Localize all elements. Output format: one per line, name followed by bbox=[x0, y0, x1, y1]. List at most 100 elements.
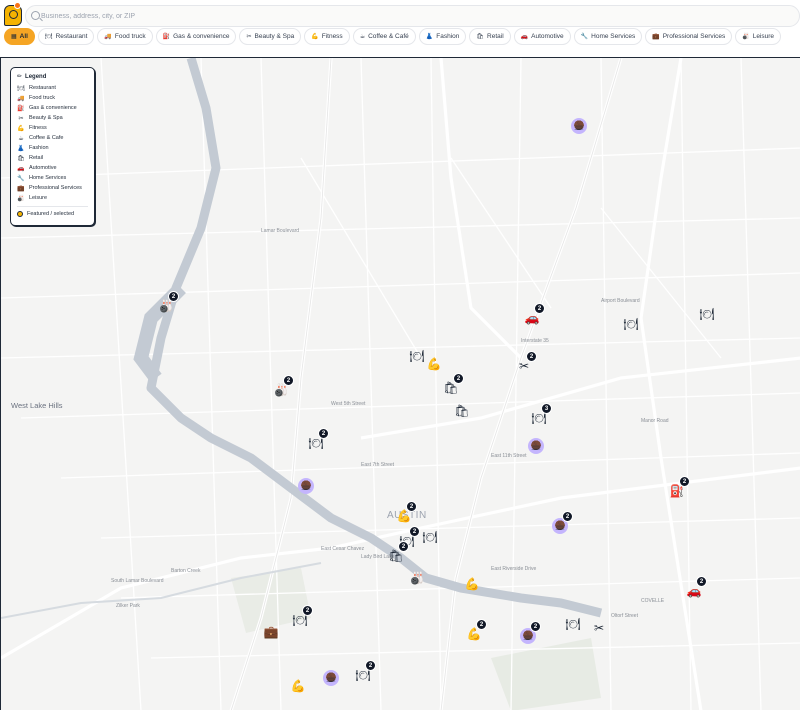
legend-item-label: Leisure bbox=[29, 195, 48, 201]
legend-item-icon: ⛽ bbox=[17, 105, 25, 112]
category-chip-all[interactable]: ▦ All bbox=[4, 28, 35, 45]
map-marker-beauty[interactable]: ✂ 2 bbox=[516, 351, 537, 374]
legend-item-label: Automotive bbox=[29, 165, 57, 171]
category-chip-retail[interactable]: 🛍 Retail bbox=[469, 28, 511, 45]
map-marker-coffee[interactable]: ☕ bbox=[528, 438, 544, 454]
map-marker-beauty[interactable]: ✂ bbox=[591, 620, 607, 636]
category-chip-home-services[interactable]: 🔧 Home Services bbox=[573, 28, 643, 45]
cluster-count-badge: 2 bbox=[530, 621, 541, 632]
pencil-icon: ✏ bbox=[17, 74, 23, 80]
legend-item-label: Retail bbox=[29, 155, 44, 161]
map-marker-restaurant[interactable]: 🍽 3 bbox=[531, 403, 552, 426]
legend-item-icon: 🔧 bbox=[17, 175, 25, 182]
cluster-count-badge: 2 bbox=[562, 511, 573, 522]
map-marker-restaurant[interactable]: 🍽 bbox=[409, 348, 425, 364]
category-chip-label: Fitness bbox=[321, 33, 343, 40]
map-marker-fitness[interactable]: 💪 2 bbox=[396, 501, 417, 524]
legend-item: 🎳 Leisure bbox=[17, 193, 88, 203]
category-chip-gas-convenience[interactable]: ⛽ Gas & convenience bbox=[155, 28, 237, 45]
map-marker-fitness[interactable]: 💪 2 bbox=[466, 619, 487, 642]
legend-item: ☕ Coffee & Cafe bbox=[17, 133, 88, 143]
wrench-icon: 🔧 bbox=[580, 33, 589, 40]
search-icon bbox=[31, 11, 40, 20]
restaurant-icon: 🍽 bbox=[565, 617, 581, 631]
map-marker-restaurant[interactable]: 🍽 bbox=[623, 316, 639, 332]
map-marker-coffee[interactable]: ☕ bbox=[323, 670, 339, 686]
category-chip-label: Coffee & Café bbox=[368, 33, 409, 40]
map-marker-automotive[interactable]: 🚗 2 bbox=[686, 576, 707, 599]
cluster-count-badge: 2 bbox=[302, 605, 313, 616]
legend-item-icon: 💪 bbox=[17, 125, 25, 132]
map-marker-restaurant[interactable]: 🍽 bbox=[699, 306, 715, 322]
category-chip-fashion[interactable]: 👗 Fashion bbox=[418, 28, 467, 45]
category-chip-beauty-spa[interactable]: ✂ Beauty & Spa bbox=[239, 28, 302, 45]
category-chip-restaurant[interactable]: 🍽 Restaurant bbox=[37, 28, 95, 45]
category-chip-fitness[interactable]: 💪 Fitness bbox=[304, 28, 350, 45]
coffee-icon: ☕ bbox=[573, 119, 585, 133]
map-marker-gas[interactable]: ⛽ 2 bbox=[669, 476, 690, 499]
search-box[interactable] bbox=[25, 5, 800, 27]
legend-item-label: Gas & convenience bbox=[29, 105, 77, 111]
map-marker-professional[interactable]: 💼 bbox=[263, 624, 279, 640]
category-chip-automotive[interactable]: 🚗 Automotive bbox=[513, 28, 571, 45]
map-marker-restaurant[interactable]: 🍽 2 bbox=[355, 660, 376, 683]
map-marker-restaurant[interactable]: 🍽 2 bbox=[292, 605, 313, 628]
map-marker-leisure[interactable]: 🎳 2 bbox=[158, 291, 179, 314]
street-label: Lamar Boulevard bbox=[261, 228, 300, 234]
category-chip-label: Gas & convenience bbox=[173, 33, 230, 40]
street-label: South Lamar Boulevard bbox=[111, 578, 164, 584]
map-marker-fitness[interactable]: 💪 bbox=[464, 576, 480, 592]
legend-item: ⛽ Gas & convenience bbox=[17, 103, 88, 113]
minor-streets bbox=[1, 58, 800, 710]
map-marker-automotive[interactable]: 🚗 2 bbox=[524, 303, 545, 326]
cluster-count-badge: 2 bbox=[283, 375, 294, 386]
map-marker-fitness[interactable]: 💪 bbox=[426, 356, 442, 372]
map-marker-restaurant[interactable]: 🍽 bbox=[422, 529, 438, 545]
category-chip-leisure[interactable]: 🎳 Leisure bbox=[735, 28, 782, 45]
cluster-count-badge: 2 bbox=[534, 303, 545, 314]
map-marker-leisure[interactable]: 🎳 2 bbox=[273, 375, 294, 398]
legend-divider bbox=[17, 206, 88, 207]
notification-dot bbox=[14, 2, 21, 9]
map-base-layer bbox=[1, 58, 800, 710]
category-chip-professional-services[interactable]: 💼 Professional Services bbox=[645, 28, 733, 45]
legend-item-icon: 🚗 bbox=[17, 165, 25, 172]
cluster-count-badge: 2 bbox=[409, 526, 420, 537]
map-marker-leisure[interactable]: 🎳 bbox=[409, 570, 425, 586]
legend-item: 🔧 Home Services bbox=[17, 173, 88, 183]
leisure-icon: 🎳 bbox=[409, 571, 425, 585]
map-marker-coffee[interactable]: ☕ bbox=[298, 478, 314, 494]
coffee-icon: ☕ bbox=[300, 479, 312, 493]
legend-item-label: Fitness bbox=[29, 125, 47, 131]
search-input[interactable] bbox=[41, 8, 781, 24]
cluster-count-badge: 2 bbox=[696, 576, 707, 587]
coffee-icon: ☕ bbox=[530, 439, 542, 453]
restaurant-icon: 🍽 bbox=[623, 317, 639, 331]
category-chip-label: Beauty & Spa bbox=[254, 33, 295, 40]
map-marker-restaurant[interactable]: 🍽 bbox=[565, 616, 581, 632]
category-chip-coffee-caf[interactable]: ☕ Coffee & Café bbox=[352, 28, 416, 45]
map-marker-retail[interactable]: 🛍 bbox=[454, 403, 470, 419]
map-marker-retail[interactable]: 🛍 2 bbox=[443, 373, 464, 396]
map-marker-coffee[interactable]: ☕ 2 bbox=[520, 621, 541, 644]
top-bar bbox=[0, 0, 800, 30]
legend-item-icon: ✂ bbox=[18, 115, 24, 122]
map-canvas[interactable]: West Lake Hills AUSTIN Lady Bird Lake We… bbox=[0, 57, 800, 710]
map-marker-coffee[interactable]: ☕ bbox=[571, 118, 587, 134]
map-marker-restaurant[interactable]: 🍽 2 bbox=[308, 428, 329, 451]
map-marker-fitness[interactable]: 💪 bbox=[290, 678, 306, 694]
cluster-count-badge: 2 bbox=[526, 351, 537, 362]
category-chip-label: Leisure bbox=[752, 33, 775, 40]
category-chip-label: Restaurant bbox=[55, 33, 88, 40]
scissors-icon: ✂ bbox=[246, 33, 252, 40]
map-marker-coffee[interactable]: ☕ 2 bbox=[552, 511, 573, 534]
street-label: Manor Road bbox=[641, 418, 669, 424]
food-truck-icon: 🚚 bbox=[104, 33, 112, 40]
fashion-icon: 👗 bbox=[425, 33, 434, 40]
map-marker-retail[interactable]: 🛍 2 bbox=[388, 541, 409, 564]
legend-item: 💪 Fitness bbox=[17, 123, 88, 133]
legend-item: 👗 Fashion bbox=[17, 143, 88, 153]
legend-item-label: Beauty & Spa bbox=[29, 115, 63, 121]
category-chip-food-truck[interactable]: 🚚 Food truck bbox=[97, 28, 153, 45]
legend-item-icon: 🛍 bbox=[17, 155, 25, 162]
